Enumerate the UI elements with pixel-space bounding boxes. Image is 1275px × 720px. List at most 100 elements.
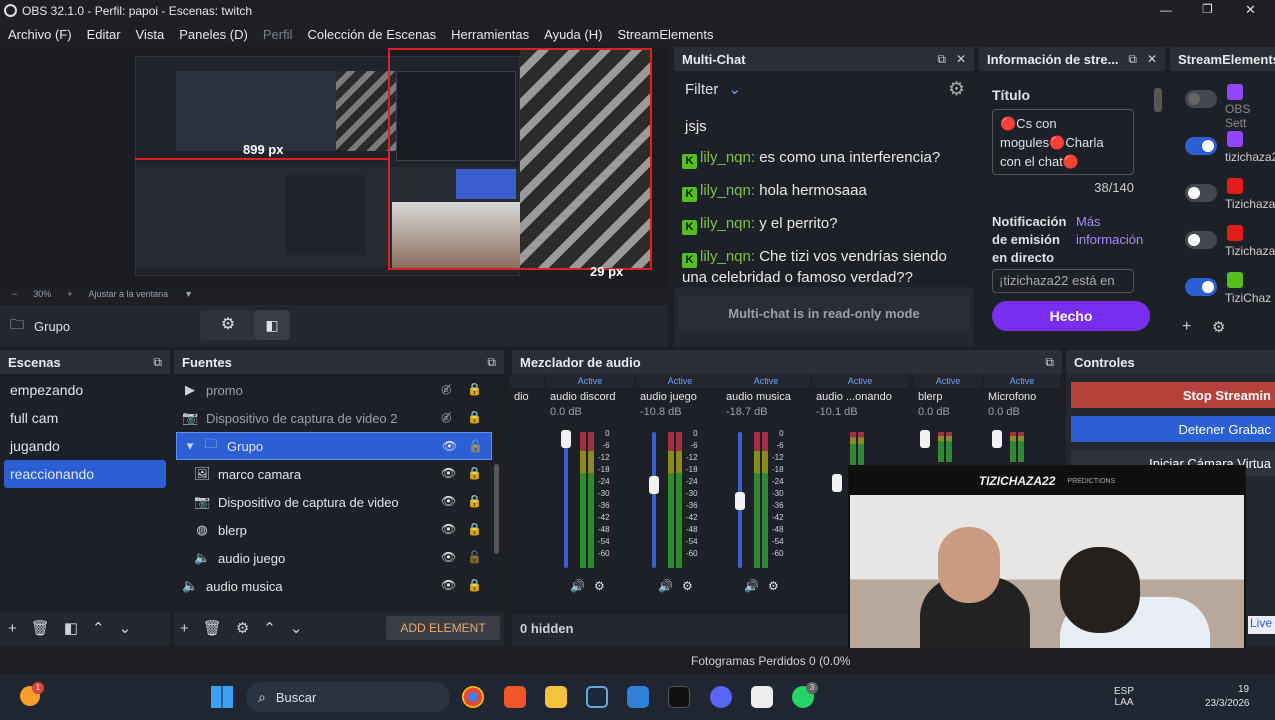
source-properties-button[interactable]: ⚙	[200, 310, 256, 340]
preview-canvas[interactable]: 899 px 29 px	[0, 46, 668, 286]
float-icon[interactable]: ⧉	[487, 355, 496, 370]
chevron-down-icon[interactable]: ⌄	[728, 80, 741, 98]
remove-scene-icon[interactable]: 🗑	[31, 619, 50, 637]
source-filters-button[interactable]: ◧	[254, 310, 290, 340]
eye-icon[interactable]: 👁	[441, 522, 456, 536]
lock-icon[interactable]: 🔒	[467, 522, 482, 536]
menu-paneles[interactable]: Paneles (D)	[179, 27, 248, 42]
audio-settings-icon[interactable]: ⚙	[768, 579, 779, 593]
eye-hidden-icon[interactable]: ◎̸	[441, 410, 451, 424]
volume-knob[interactable]	[920, 430, 930, 448]
zoom-in-icon[interactable]: +	[67, 289, 72, 299]
close-button[interactable]: ✕	[1245, 2, 1256, 18]
tiktok-icon[interactable]	[668, 686, 690, 708]
scrollbar[interactable]	[1154, 88, 1162, 112]
done-button[interactable]: Hecho	[992, 301, 1150, 331]
float-icon[interactable]: ⧉	[1128, 52, 1137, 67]
lock-icon[interactable]: 🔒	[467, 578, 482, 592]
unlock-icon[interactable]: 🔓	[467, 550, 482, 564]
move-down-icon[interactable]: ⌄	[290, 619, 303, 637]
windows-start-icon[interactable]	[211, 686, 233, 708]
audio-settings-icon[interactable]: ⚙	[594, 579, 605, 593]
menu-editar[interactable]: Editar	[87, 27, 121, 42]
chevron-down-icon[interactable]: ▼	[184, 289, 193, 299]
move-up-icon[interactable]: ⌃	[92, 619, 105, 637]
lock-icon[interactable]: 🔒	[467, 466, 482, 480]
stop-recording-button[interactable]: Detener Grabac	[1071, 416, 1275, 442]
toggle-kick[interactable]	[1185, 278, 1217, 296]
sources-scrollbar[interactable]	[494, 464, 499, 554]
store-icon[interactable]	[627, 686, 649, 708]
volume-knob[interactable]	[561, 430, 571, 448]
eye-icon[interactable]: 👁	[442, 439, 457, 453]
file-explorer-icon[interactable]	[545, 686, 567, 708]
lock-icon[interactable]: 🔒	[467, 382, 482, 396]
volume-knob[interactable]	[735, 492, 745, 510]
volume-slider[interactable]	[564, 432, 568, 568]
tray-language[interactable]: ESP LAA	[1112, 686, 1136, 708]
brave-icon[interactable]	[504, 686, 526, 708]
scene-filters-icon[interactable]: ◧	[64, 619, 78, 637]
menu-herramientas[interactable]: Herramientas	[451, 27, 529, 42]
volume-knob[interactable]	[649, 476, 659, 494]
filter-label[interactable]: Filter	[685, 81, 718, 98]
toggle-twitch[interactable]	[1185, 137, 1217, 155]
move-down-icon[interactable]: ⌄	[119, 619, 132, 637]
zoom-fit[interactable]: Ajustar a la ventana	[89, 289, 169, 299]
source-item[interactable]: 📷 Dispositivo de captura de video 👁 🔒	[174, 488, 504, 516]
float-icon[interactable]: ⧉	[153, 355, 162, 370]
mute-icon[interactable]: 🔊	[570, 579, 585, 593]
remove-source-icon[interactable]: 🗑	[203, 619, 222, 637]
eye-icon[interactable]: 👁	[441, 494, 456, 508]
source-item[interactable]: 📷 Dispositivo de captura de video 2 ◎̸ 🔒	[174, 404, 504, 432]
notif-input[interactable]: ¡tizichaza22 está en	[992, 269, 1134, 293]
eye-icon[interactable]: 👁	[441, 578, 456, 592]
eye-icon[interactable]: 👁	[441, 550, 456, 564]
chat-settings-gear-icon[interactable]: ⚙	[948, 78, 965, 101]
source-item[interactable]: ◍ blerp 👁 🔒	[174, 516, 504, 544]
mute-icon[interactable]: 🔊	[744, 579, 759, 593]
volume-knob[interactable]	[992, 430, 1002, 448]
float-icon[interactable]: ⧉	[1045, 355, 1054, 370]
scene-item[interactable]: jugando	[0, 432, 170, 460]
dock-close-icon[interactable]: ✕	[956, 52, 966, 67]
titulo-input[interactable]: 🔴Cs con mogules🔴Charla con el chat🔴	[992, 109, 1134, 175]
eye-icon[interactable]: 👁	[441, 466, 456, 480]
selection-box[interactable]	[388, 48, 652, 270]
scene-item-selected[interactable]: reaccionando	[4, 460, 166, 488]
toggle-youtube-2[interactable]	[1185, 231, 1217, 249]
add-element-button[interactable]: ADD ELEMENT	[386, 616, 500, 640]
source-item[interactable]: 🔈 audio juego 👁 🔓	[174, 544, 504, 572]
source-item-selected[interactable]: ▾ 🗀 Grupo 👁 🔓	[176, 432, 492, 460]
menu-ayuda[interactable]: Ayuda (H)	[544, 27, 602, 42]
scene-item[interactable]: empezando	[0, 376, 170, 404]
add-scene-icon[interactable]: +	[8, 620, 17, 637]
source-properties-icon[interactable]: ⚙	[236, 619, 249, 637]
tray-time[interactable]: 19	[1238, 684, 1249, 695]
lock-icon[interactable]: 🔒	[467, 410, 482, 424]
volume-knob[interactable]	[832, 474, 842, 492]
source-item[interactable]: 🖼 marco camara 👁 🔒	[174, 460, 504, 488]
add-source-icon[interactable]: +	[180, 620, 189, 637]
steam-icon[interactable]	[586, 686, 608, 708]
minimize-button[interactable]: —	[1160, 3, 1172, 17]
audio-settings-icon[interactable]: ⚙	[682, 579, 693, 593]
scene-item[interactable]: full cam	[0, 404, 170, 432]
chrome-icon[interactable]	[462, 686, 484, 708]
add-icon[interactable]: +	[1182, 318, 1191, 336]
expand-icon[interactable]: ▾	[185, 438, 195, 454]
volume-slider[interactable]	[652, 432, 656, 568]
eye-hidden-icon[interactable]: ◎̸	[441, 382, 451, 396]
menu-coleccion[interactable]: Colección de Escenas	[307, 27, 436, 42]
stop-streaming-button[interactable]: Stop Streamin	[1071, 382, 1275, 408]
menu-perfil[interactable]: Perfil	[263, 27, 293, 42]
dock-close-icon[interactable]: ✕	[1147, 52, 1157, 67]
taskbar-search[interactable]: ⌕ Buscar	[246, 682, 450, 712]
toggle-obs-settings[interactable]	[1185, 90, 1217, 108]
discord-icon[interactable]	[710, 686, 732, 708]
toggle-youtube-1[interactable]	[1185, 184, 1217, 202]
menu-streamelements[interactable]: StreamElements	[617, 27, 713, 42]
gear-icon[interactable]: ⚙	[1212, 318, 1225, 336]
maximize-button[interactable]: ❐	[1202, 2, 1213, 16]
source-item[interactable]: ▶ promo ◎̸ 🔒	[174, 376, 504, 404]
